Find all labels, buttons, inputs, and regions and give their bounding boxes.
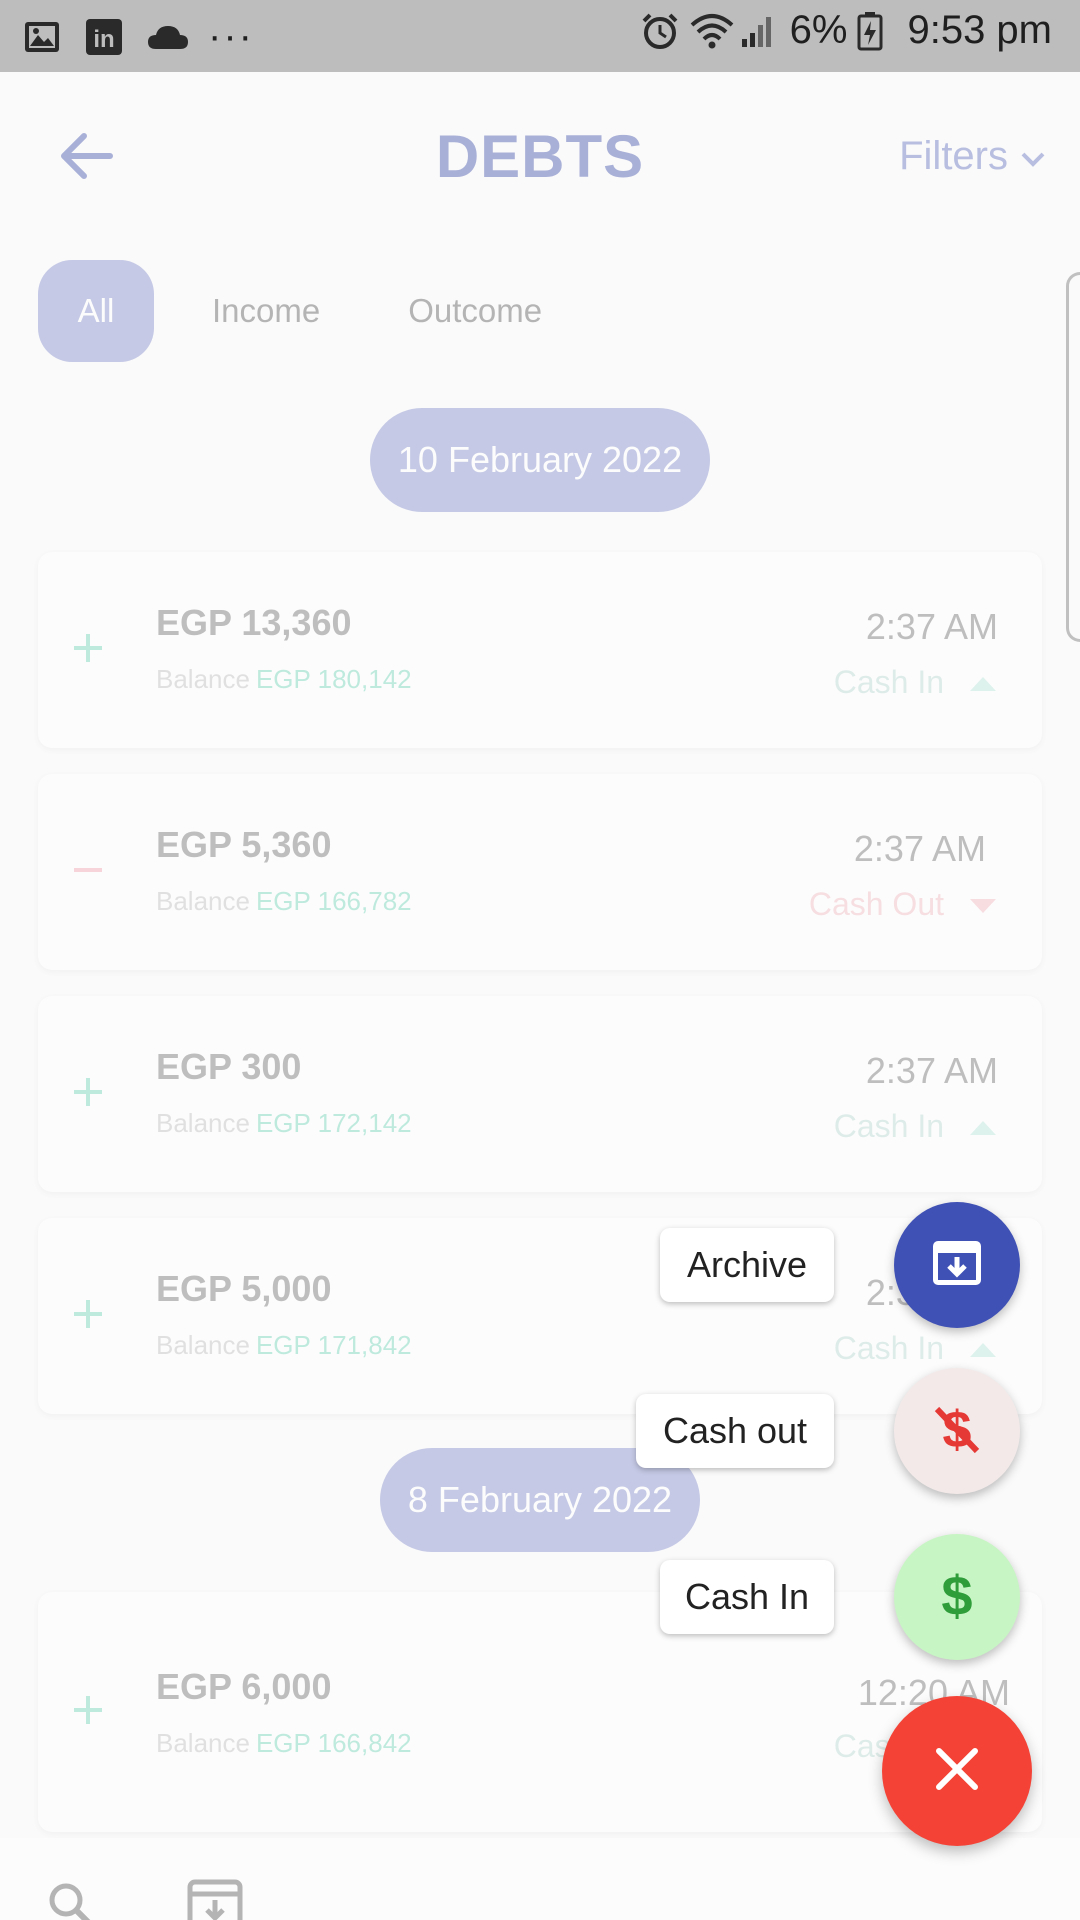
balance-label: Balance [156, 1330, 250, 1360]
close-icon [931, 1743, 983, 1800]
kind-label: Cash In [833, 1330, 944, 1366]
transaction-balance: Balance EGP 172,142 [156, 1108, 412, 1139]
kind-label: Cash In [833, 664, 944, 700]
close-fab[interactable] [882, 1696, 1032, 1846]
transaction-amount: EGP 5,360 [156, 824, 332, 865]
battery-charging-icon [857, 11, 897, 51]
date-header: 10 February 2022 [370, 408, 710, 512]
balance-value: EGP 171,842 [255, 1330, 412, 1360]
triangle-down-icon [968, 886, 998, 923]
archive-icon [929, 1235, 985, 1296]
plus-icon [66, 1688, 110, 1732]
transaction-kind: Cash In [834, 664, 998, 701]
transaction-kind: Cash In [834, 1330, 998, 1367]
search-icon[interactable] [46, 1880, 96, 1920]
transaction-time: 2:37 AM [865, 1050, 998, 1091]
tab-income[interactable]: Income [182, 260, 350, 362]
triangle-up-icon [968, 1108, 998, 1145]
plus-icon [66, 1070, 110, 1114]
archive-icon[interactable] [186, 1874, 244, 1920]
bottom-app-bar [0, 1838, 1080, 1920]
linkedin-icon: in [84, 17, 124, 57]
transaction-card[interactable]: EGP 13,360 Balance EGP 180,142 2:37 AM Ca… [38, 552, 1042, 748]
clock: 9:53 pm [907, 8, 1052, 52]
transaction-amount: EGP 6,000 [156, 1666, 332, 1707]
transaction-amount: EGP 300 [156, 1046, 302, 1087]
transaction-time: 2:37 AM [853, 828, 986, 869]
cloud-icon [146, 17, 188, 57]
transaction-card[interactable]: EGP 300 Balance EGP 172,142 2:37 AM Cash … [38, 996, 1042, 1192]
gallery-icon [22, 17, 62, 57]
chevron-down-icon [1020, 134, 1046, 179]
alarm-icon [640, 11, 680, 51]
balance-value: EGP 166,782 [255, 886, 412, 916]
plus-icon [66, 626, 110, 670]
transaction-kind: Cash In [834, 1108, 998, 1145]
transaction-balance: Balance EGP 166,782 [156, 886, 412, 917]
status-bar: in ··· 6% 9:53 pm [0, 0, 1080, 72]
transaction-balance: Balance EGP 166,842 [156, 1728, 412, 1759]
tab-outcome[interactable]: Outcome [378, 260, 572, 362]
balance-label: Balance [156, 1728, 250, 1758]
cash-in-fab-label[interactable]: Cash In [660, 1560, 834, 1634]
transaction-amount: EGP 5,000 [156, 1268, 332, 1309]
kind-label: Cash Out [808, 886, 944, 922]
more-dots-icon: ··· [208, 14, 254, 58]
tab-all[interactable]: All [38, 260, 154, 362]
dollar-icon: $ [927, 1564, 987, 1630]
svg-text:$: $ [941, 1565, 972, 1625]
transaction-balance: Balance EGP 171,842 [156, 1330, 412, 1361]
kind-label: Cash In [833, 1108, 944, 1144]
debts-screen: DEBTS Filters All Income Outcome 10 Febr… [0, 72, 1080, 1920]
balance-label: Balance [156, 664, 250, 694]
transaction-kind: Cash Out [809, 886, 998, 923]
triangle-up-icon [968, 1330, 998, 1367]
transaction-balance: Balance EGP 180,142 [156, 664, 412, 695]
money-off-icon: $ [927, 1399, 987, 1464]
filters-label: Filters [899, 134, 1008, 178]
signal-icon [740, 11, 780, 51]
cash-out-fab[interactable]: $ [894, 1368, 1020, 1494]
app-bar: DEBTS Filters [0, 72, 1080, 242]
cash-out-fab-label[interactable]: Cash out [636, 1394, 834, 1468]
triangle-up-icon [968, 664, 998, 701]
wifi-icon [690, 11, 733, 51]
archive-fab[interactable] [894, 1202, 1020, 1328]
type-tabs: All Income Outcome [38, 260, 600, 362]
battery-percent: 6% [789, 8, 848, 52]
balance-value: EGP 180,142 [255, 664, 412, 694]
transaction-time: 2:37 AM [865, 606, 998, 647]
balance-value: EGP 172,142 [255, 1108, 412, 1138]
transaction-card[interactable]: EGP 5,000 BalanceEGP 171,842 2:37 AM Cas… [38, 1218, 1042, 1414]
cash-in-fab[interactable]: $ [894, 1534, 1020, 1660]
scrollbar[interactable] [1066, 272, 1080, 642]
transaction-amount: EGP 13,360 [156, 602, 352, 643]
balance-label: Balance [156, 886, 250, 916]
balance-label: Balance [156, 1108, 250, 1138]
filters-dropdown[interactable]: Filters [899, 134, 1046, 179]
balance-value: EGP 166,842 [255, 1728, 412, 1758]
archive-fab-label[interactable]: Archive [660, 1228, 834, 1302]
transaction-card[interactable]: EGP 5,360 Balance EGP 166,782 2:37 AM Cas… [38, 774, 1042, 970]
svg-text:in: in [93, 26, 114, 53]
minus-icon [66, 848, 110, 892]
plus-icon [66, 1292, 110, 1336]
